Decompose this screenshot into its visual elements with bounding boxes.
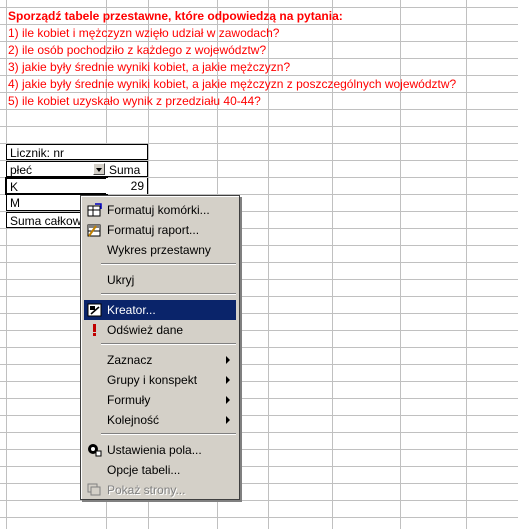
menu-item-format-cells[interactable]: Formatuj komórki... <box>84 200 236 220</box>
pivot-empty-cell <box>106 144 148 160</box>
question-3: 3) jakie były średnie wyniki kobiet, a j… <box>8 60 291 74</box>
menu-item-label: Formuły <box>107 393 151 407</box>
gridline-horizontal <box>0 228 518 229</box>
show-pages-icon <box>87 483 101 496</box>
format-report-icon <box>87 224 101 237</box>
refresh-exclamation-icon <box>93 324 96 336</box>
pivot-row-value-k[interactable]: 29 <box>106 178 148 194</box>
menu-separator <box>101 433 236 435</box>
gridline-horizontal <box>0 109 518 110</box>
gridline-horizontal <box>0 126 518 127</box>
submenu-arrow-icon <box>226 356 230 364</box>
chevron-down-icon[interactable] <box>93 163 105 175</box>
submenu-arrow-icon <box>226 416 230 424</box>
gridline-horizontal <box>0 483 518 484</box>
gridline-horizontal <box>0 500 518 501</box>
gridline-horizontal <box>0 381 518 382</box>
gridline-horizontal <box>0 347 518 348</box>
menu-item-label: Formatuj raport... <box>107 223 200 237</box>
submenu-arrow-icon <box>226 376 230 384</box>
gridline-horizontal <box>0 245 518 246</box>
menu-item-label: Grupy i konspekt <box>107 373 198 387</box>
menu-item-group[interactable]: Grupy i konspekt <box>84 370 236 390</box>
instructions-title: Sporządź tabele przestawne, które odpowi… <box>8 9 343 23</box>
menu-item-label: Kreator... <box>107 303 156 317</box>
pivot-row-field-label: płeć <box>10 163 33 177</box>
pivot-sum-header: Suma <box>106 161 148 177</box>
pivot-row-label-k[interactable]: K <box>5 177 108 195</box>
gridline-horizontal <box>0 398 518 399</box>
menu-item-label: Opcje tabeli... <box>107 463 181 477</box>
menu-item-select[interactable]: Zaznacz <box>84 350 236 370</box>
menu-item-pivot-chart[interactable]: Wykres przestawny <box>84 240 236 260</box>
gridline-horizontal <box>0 449 518 450</box>
gridline-horizontal <box>0 330 518 331</box>
menu-item-label: Zaznacz <box>107 353 153 367</box>
gridline-horizontal <box>0 415 518 416</box>
menu-item-show-pages: Pokaż strony... <box>84 480 236 500</box>
gridline-horizontal <box>0 517 518 518</box>
menu-item-format-report[interactable]: Formatuj raport... <box>84 220 236 240</box>
menu-item-label: Ustawienia pola... <box>107 443 202 457</box>
menu-separator <box>101 343 236 345</box>
spreadsheet-sheet[interactable]: Sporządź tabele przestawne, które odpowi… <box>0 0 518 529</box>
question-2: 2) ile osób pochodziło z każdego z wojew… <box>8 43 267 57</box>
menu-item-label: Ukryj <box>107 273 135 287</box>
menu-item-label: Odśwież dane <box>107 323 184 337</box>
menu-item-hide[interactable]: Ukryj <box>84 270 236 290</box>
menu-item-label: Pokaż strony... <box>107 483 186 497</box>
menu-separator <box>101 263 236 265</box>
menu-separator <box>101 293 236 295</box>
gridline-horizontal <box>0 364 518 365</box>
pivot-context-menu: Formatuj komórki... Formatuj raport... W… <box>80 195 240 500</box>
question-5: 5) ile kobiet uzyskało wynik z przedział… <box>8 94 261 108</box>
menu-item-wizard[interactable]: Kreator... <box>84 300 236 320</box>
menu-item-field-settings[interactable]: Ustawienia pola... <box>84 440 236 460</box>
gridline-horizontal <box>0 432 518 433</box>
menu-item-label: Kolejność <box>107 413 160 427</box>
gridline-horizontal <box>0 313 518 314</box>
gridline-horizontal <box>0 296 518 297</box>
menu-item-formulas[interactable]: Formuły <box>84 390 236 410</box>
menu-item-refresh[interactable]: Odśwież dane <box>84 320 236 340</box>
wizard-icon <box>87 303 102 317</box>
menu-item-label: Formatuj komórki... <box>107 203 210 217</box>
menu-item-order[interactable]: Kolejność <box>84 410 236 430</box>
submenu-arrow-icon <box>226 396 230 404</box>
pivot-data-field[interactable]: Licznik: nr <box>6 144 107 160</box>
question-1: 1) ile kobiet i mężczyzn wzięło udział w… <box>8 26 280 40</box>
field-settings-icon <box>88 444 102 457</box>
menu-item-table-options[interactable]: Opcje tabeli... <box>84 460 236 480</box>
question-4: 4) jakie były średnie wyniki kobiet, a j… <box>8 77 457 91</box>
menu-item-label: Wykres przestawny <box>107 243 211 257</box>
format-cells-icon <box>87 203 102 217</box>
pivot-row-field-button[interactable]: płeć <box>6 161 107 177</box>
gridline-horizontal <box>0 279 518 280</box>
gridline-horizontal <box>0 466 518 467</box>
gridline-horizontal <box>0 262 518 263</box>
